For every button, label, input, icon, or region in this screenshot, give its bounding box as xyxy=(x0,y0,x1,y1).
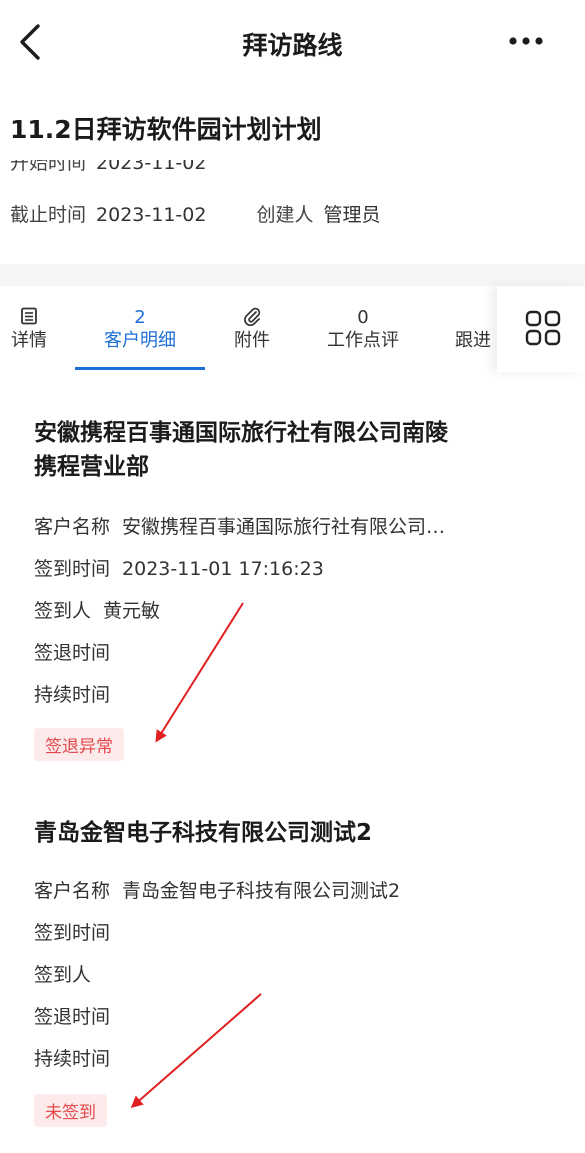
checkin-person-label: 签到人 xyxy=(34,600,92,622)
customer-name-value: 青岛金智电子科技有限公司测试2 xyxy=(122,880,401,902)
customer-name-label: 客户名称 xyxy=(34,880,111,902)
checkout-time-label: 签退时间 xyxy=(34,1006,111,1028)
end-time-value: 2023-11-02 xyxy=(96,204,207,226)
customer-name-label: 客户名称 xyxy=(34,516,111,538)
status-badge: 签退异常 xyxy=(34,728,124,761)
checkout-time-row: 签退时间 xyxy=(34,1002,122,1029)
customer-name-row: 客户名称 青岛金智电子科技有限公司测试2 xyxy=(34,876,400,903)
start-time-row: 开始时间 2023-11-02 xyxy=(10,160,206,175)
creator-label: 创建人 xyxy=(256,204,314,226)
status-badge: 未签到 xyxy=(34,1094,107,1127)
checkin-person-row: 签到人 xyxy=(34,960,103,987)
tab-details[interactable]: 详情 xyxy=(0,286,58,372)
grid-icon xyxy=(525,310,561,346)
details-icon xyxy=(21,307,37,325)
customer-title-line1: 安徽携程百事通国际旅行社有限公司南陵 xyxy=(34,420,448,446)
duration-row: 持续时间 xyxy=(34,680,122,707)
checkin-time-row: 签到时间 xyxy=(34,918,122,945)
duration-label: 持续时间 xyxy=(34,684,111,706)
tab-customer-count: 2 xyxy=(134,307,146,328)
tab-customer-details[interactable]: 2 客户明细 xyxy=(75,286,205,372)
checkin-time-label: 签到时间 xyxy=(34,558,111,580)
tab-customer-details-label: 客户明细 xyxy=(104,330,176,351)
customer-title-line1: 青岛金智电子科技有限公司测试2 xyxy=(34,820,373,846)
tab-work-review[interactable]: 0 工作点评 xyxy=(318,286,408,372)
start-time-value: 2023-11-02 xyxy=(96,160,207,174)
customer-name-value: 安徽携程百事通国际旅行社有限公司… xyxy=(122,516,446,538)
duration-row: 持续时间 xyxy=(34,1044,122,1071)
checkin-time-row: 签到时间 2023-11-01 17:16:23 xyxy=(34,554,324,581)
active-tab-indicator xyxy=(75,367,205,370)
tab-attachments[interactable]: 附件 xyxy=(222,286,282,372)
section-divider xyxy=(0,264,585,286)
duration-label: 持续时间 xyxy=(34,1048,111,1070)
paperclip-icon xyxy=(244,307,261,327)
checkin-time-label: 签到时间 xyxy=(34,922,111,944)
checkin-person-value: 黄元敏 xyxy=(103,600,161,622)
checkout-time-label: 签退时间 xyxy=(34,642,111,664)
checkin-person-label: 签到人 xyxy=(34,964,92,986)
plan-info: 开始时间 2023-11-02 截止时间 2023-11-02 创建人 管理员 xyxy=(0,160,585,264)
nav-bar: 拜访路线 xyxy=(0,0,585,88)
creator-value: 管理员 xyxy=(323,204,381,226)
checkin-person-row: 签到人 黄元敏 xyxy=(34,596,160,623)
page-title: 拜访路线 xyxy=(242,31,343,60)
customer-name-row: 客户名称 安徽携程百事通国际旅行社有限公司… xyxy=(34,512,445,539)
more-options-icon[interactable] xyxy=(508,32,544,50)
end-time-label: 截止时间 xyxy=(10,204,87,226)
end-time-row: 截止时间 2023-11-02 创建人 管理员 xyxy=(10,200,380,227)
customer-title-line2: 携程营业部 xyxy=(34,454,149,480)
checkout-time-row: 签退时间 xyxy=(34,638,122,665)
tab-details-label: 详情 xyxy=(11,330,47,351)
all-tabs-button[interactable] xyxy=(497,286,585,372)
tab-work-review-label: 工作点评 xyxy=(327,330,399,351)
start-time-label: 开始时间 xyxy=(10,160,87,174)
tab-review-count: 0 xyxy=(357,307,369,328)
plan-title: 11.2日拜访软件园计划计划 xyxy=(10,115,322,144)
customer-card[interactable]: 青岛金智电子科技有限公司测试2 客户名称 青岛金智电子科技有限公司测试2 签到时间… xyxy=(34,816,554,1136)
customer-card[interactable]: 安徽携程百事通国际旅行社有限公司南陵 携程营业部 客户名称 安徽携程百事通国际旅行… xyxy=(34,416,554,766)
checkin-time-value: 2023-11-01 17:16:23 xyxy=(122,558,324,580)
tab-attachments-label: 附件 xyxy=(234,330,270,351)
